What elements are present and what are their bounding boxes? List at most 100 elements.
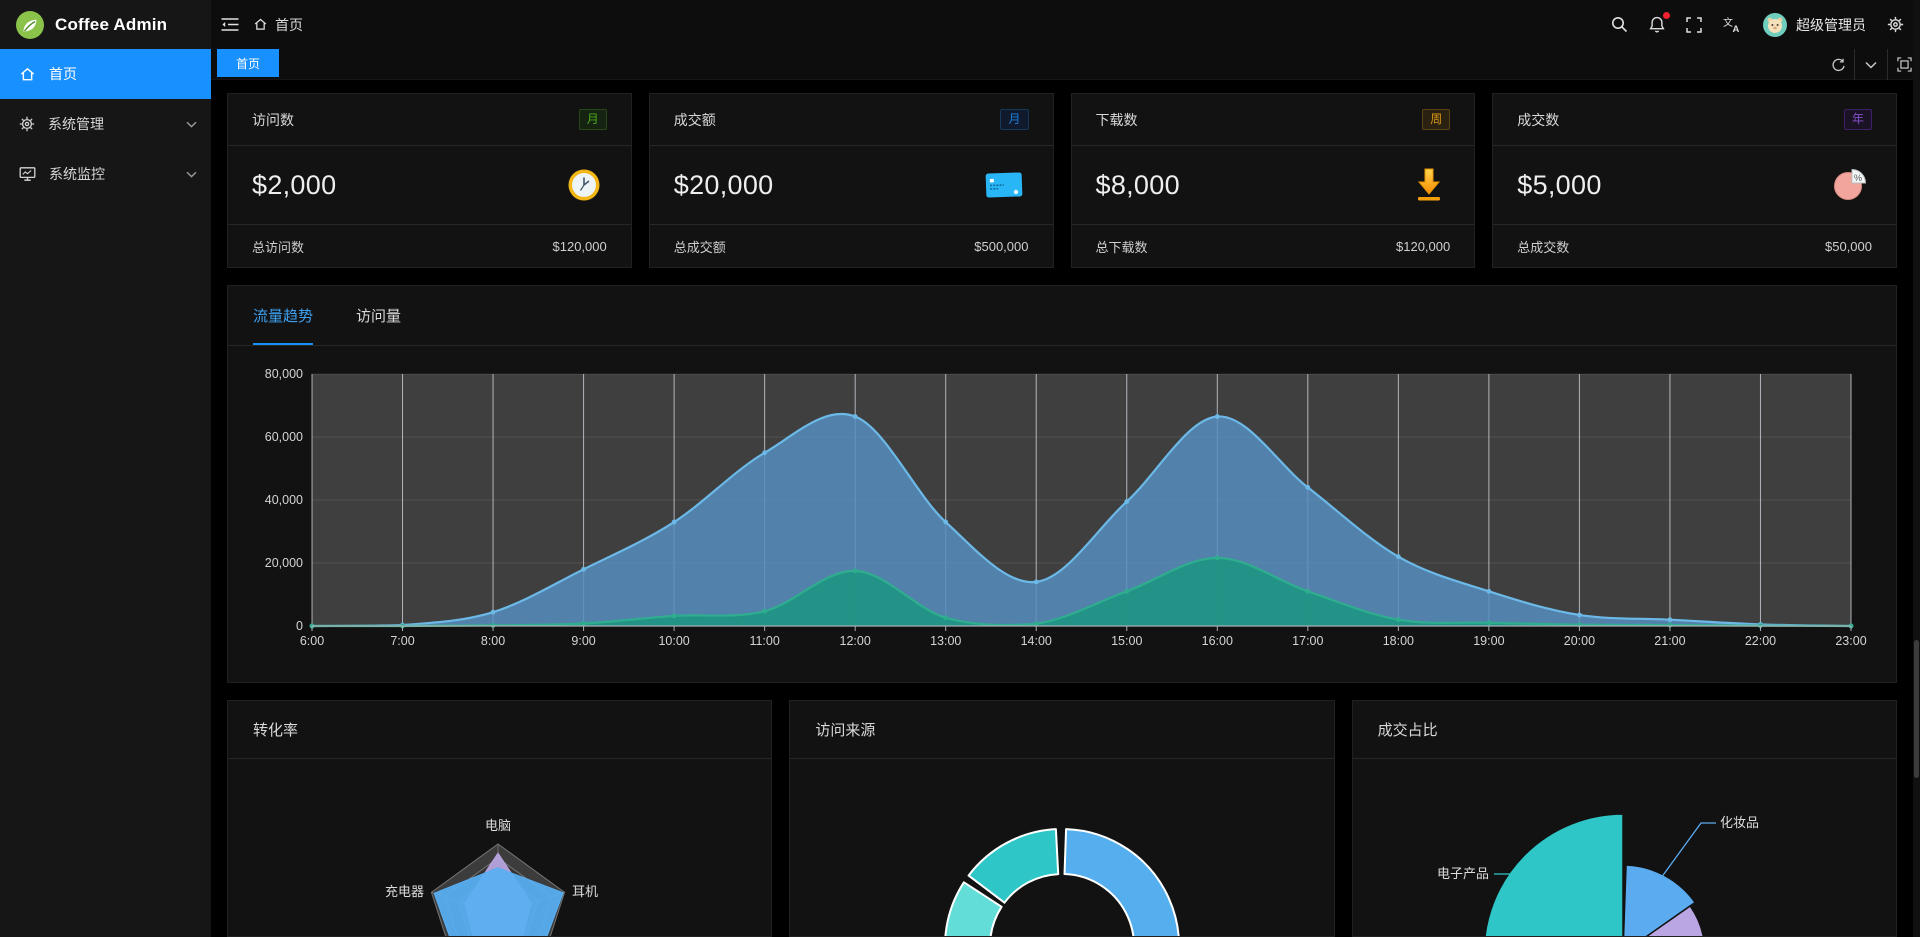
svg-text:8:00: 8:00 bbox=[481, 634, 505, 648]
tab-home[interactable]: 首页 bbox=[217, 49, 279, 77]
stat-footer-label: 总访问数 bbox=[252, 237, 304, 256]
user-menu[interactable]: 超级管理员 bbox=[1763, 13, 1866, 37]
stat-title: 下载数 bbox=[1096, 110, 1138, 130]
svg-text:12:00: 12:00 bbox=[840, 634, 871, 648]
svg-text:%: % bbox=[1854, 173, 1862, 183]
conversion-rate-card: 转化率 电脑耳机 充电器 bbox=[227, 700, 772, 937]
svg-text:A: A bbox=[1733, 24, 1740, 33]
stat-card-visits: 访问数 月 $2,000 总访问数 $120,000 bbox=[227, 93, 632, 268]
svg-text:9:00: 9:00 bbox=[571, 634, 595, 648]
chevron-down-icon[interactable] bbox=[1854, 49, 1887, 80]
bottom-card-row: 转化率 电脑耳机 充电器 访问来源 成交占比 电子产品 化妆品 bbox=[227, 700, 1897, 937]
svg-text:文: 文 bbox=[1723, 16, 1733, 29]
menu-fold-icon[interactable] bbox=[221, 17, 239, 32]
svg-text:15:00: 15:00 bbox=[1111, 634, 1142, 648]
stat-value: $20,000 bbox=[674, 170, 774, 201]
search-icon[interactable] bbox=[1611, 16, 1628, 33]
stat-title: 访问数 bbox=[252, 110, 294, 130]
traffic-trend-card: 流量趋势 访问量 020,00040,00060,00080,0006:007:… bbox=[227, 285, 1897, 683]
monitor-icon bbox=[19, 166, 36, 182]
settings-gear-icon[interactable] bbox=[1887, 16, 1904, 33]
breadcrumb[interactable]: 首页 bbox=[253, 15, 303, 35]
app-title: Coffee Admin bbox=[55, 15, 167, 35]
deal-share-card: 成交占比 电子产品 化妆品 bbox=[1352, 700, 1897, 937]
download-icon bbox=[1414, 167, 1444, 203]
period-badge: 月 bbox=[579, 109, 607, 130]
svg-text:7:00: 7:00 bbox=[390, 634, 414, 648]
sidebar-item-label: 系统监控 bbox=[49, 164, 105, 184]
y-axis-labels: 020,00040,00060,00080,000 bbox=[265, 367, 303, 633]
tags-view-bar: 首页 bbox=[211, 49, 1920, 80]
credit-card-icon bbox=[985, 170, 1023, 200]
top-navbar: 首页 文 A bbox=[211, 0, 1920, 49]
svg-text:10:00: 10:00 bbox=[658, 634, 689, 648]
bell-icon[interactable] bbox=[1649, 16, 1665, 33]
notification-dot bbox=[1663, 12, 1670, 19]
stat-footer-value: $500,000 bbox=[974, 239, 1028, 254]
sidebar-item-system-monitor[interactable]: 系统监控 bbox=[0, 149, 211, 199]
stat-footer-label: 总成交额 bbox=[674, 237, 726, 256]
svg-text:23:00: 23:00 bbox=[1835, 634, 1866, 648]
page-scrollbar[interactable] bbox=[1913, 0, 1920, 937]
rose-pie-chart: 电子产品 化妆品 bbox=[1353, 759, 1896, 937]
main-content: 访问数 月 $2,000 总访问数 $120,000 bbox=[211, 80, 1920, 937]
card-title: 访问来源 bbox=[790, 701, 1333, 759]
refresh-icon[interactable] bbox=[1821, 49, 1854, 80]
app-logo: Coffee Admin bbox=[0, 0, 211, 49]
donut-segments bbox=[945, 829, 1179, 937]
svg-text:17:00: 17:00 bbox=[1292, 634, 1323, 648]
home-icon bbox=[19, 66, 36, 83]
pie-slices bbox=[1484, 814, 1705, 937]
stat-value: $2,000 bbox=[252, 170, 336, 201]
svg-text:6:00: 6:00 bbox=[300, 634, 324, 648]
fullscreen-icon[interactable] bbox=[1686, 17, 1702, 33]
stat-card-row: 访问数 月 $2,000 总访问数 $120,000 bbox=[227, 93, 1897, 268]
svg-text:化妆品: 化妆品 bbox=[1720, 815, 1759, 830]
svg-text:耳机: 耳机 bbox=[572, 884, 598, 899]
stat-footer-label: 总成交数 bbox=[1517, 237, 1569, 256]
sidebar-item-label: 系统管理 bbox=[48, 114, 104, 134]
svg-text:22:00: 22:00 bbox=[1745, 634, 1776, 648]
visit-source-card: 访问来源 bbox=[789, 700, 1334, 937]
area-chart: 020,00040,00060,00080,0006:007:008:009:0… bbox=[228, 286, 1896, 682]
stat-value: $5,000 bbox=[1517, 170, 1601, 201]
card-title: 成交占比 bbox=[1353, 701, 1896, 759]
svg-text:充电器: 充电器 bbox=[385, 884, 424, 899]
scrollbar-thumb[interactable] bbox=[1914, 640, 1919, 778]
radar-chart: 电脑耳机 充电器 bbox=[228, 759, 772, 937]
leaf-logo-icon bbox=[15, 10, 45, 40]
home-icon bbox=[253, 17, 268, 32]
svg-text:60,000: 60,000 bbox=[265, 430, 303, 444]
svg-text:0: 0 bbox=[296, 619, 303, 633]
stat-footer-value: $120,000 bbox=[553, 239, 607, 254]
svg-text:20,000: 20,000 bbox=[265, 556, 303, 570]
breadcrumb-label: 首页 bbox=[275, 15, 303, 35]
stat-card-downloads: 下载数 周 $8,000 总下载数 $120,000 bbox=[1071, 93, 1476, 268]
translate-icon[interactable]: 文 A bbox=[1723, 16, 1742, 33]
svg-text:13:00: 13:00 bbox=[930, 634, 961, 648]
stat-card-deals: 成交数 年 $5,000 % 总成交数 $50,000 bbox=[1492, 93, 1897, 268]
clock-icon bbox=[567, 168, 601, 202]
sidebar: Coffee Admin 首页 系统管理 系统监控 bbox=[0, 0, 211, 937]
chevron-down-icon bbox=[186, 171, 197, 178]
donut-chart bbox=[790, 759, 1333, 937]
svg-text:电脑: 电脑 bbox=[485, 818, 511, 833]
period-badge: 月 bbox=[1000, 109, 1028, 130]
x-axis-ticks bbox=[312, 626, 1851, 631]
stat-title: 成交数 bbox=[1517, 110, 1559, 130]
svg-text:电子产品: 电子产品 bbox=[1437, 866, 1489, 881]
sidebar-item-system-admin[interactable]: 系统管理 bbox=[0, 99, 211, 149]
sidebar-item-home[interactable]: 首页 bbox=[0, 49, 211, 99]
avatar bbox=[1763, 13, 1787, 37]
gear-icon bbox=[19, 116, 35, 132]
stat-footer-value: $120,000 bbox=[1396, 239, 1450, 254]
svg-text:11:00: 11:00 bbox=[749, 634, 779, 648]
svg-text:16:00: 16:00 bbox=[1202, 634, 1233, 648]
stat-card-turnover: 成交额 月 $20,000 总成交额 $500,000 bbox=[649, 93, 1054, 268]
svg-text:18:00: 18:00 bbox=[1383, 634, 1414, 648]
svg-text:80,000: 80,000 bbox=[265, 367, 303, 381]
sidebar-item-label: 首页 bbox=[49, 64, 77, 84]
stat-footer-value: $50,000 bbox=[1825, 239, 1872, 254]
card-title: 转化率 bbox=[228, 701, 771, 759]
svg-text:19:00: 19:00 bbox=[1473, 634, 1504, 648]
